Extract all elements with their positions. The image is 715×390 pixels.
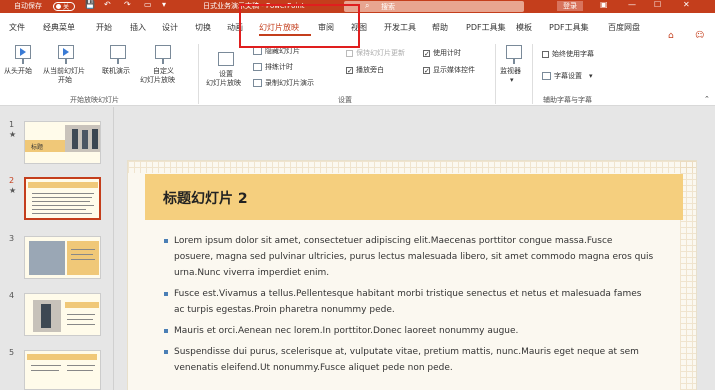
- custom-show-label-2: 幻灯片放映: [140, 76, 175, 84]
- slide-thumbnail-2[interactable]: [24, 177, 101, 220]
- from-start-button[interactable]: 从头开始: [4, 67, 32, 76]
- tab-classic-menu[interactable]: 经典菜单: [43, 22, 75, 33]
- monitor-button[interactable]: 监视器: [500, 67, 521, 76]
- tab-pdf-tools[interactable]: PDF工具集: [466, 22, 506, 33]
- keep-updated-checkbox[interactable]: [346, 50, 353, 57]
- slide-thumbnail-5[interactable]: [24, 350, 101, 390]
- ribbon-display-icon[interactable]: ▣: [600, 0, 608, 9]
- chevron-down-icon[interactable]: ▾: [510, 76, 514, 85]
- slide-number: 4: [9, 291, 15, 300]
- group-label-captions: 辅助字幕与字幕: [543, 96, 592, 104]
- save-icon[interactable]: 💾: [85, 0, 95, 9]
- search-box[interactable]: ⌕ 搜索: [344, 1, 524, 12]
- bullet-item: Fusce est.Vivamus a tellus.Pellentesque …: [164, 286, 654, 318]
- autosave-state: 关: [63, 4, 70, 11]
- bullet-list[interactable]: Lorem ipsum dolor sit amet, consectetuer…: [164, 233, 654, 381]
- tab-insert[interactable]: 插入: [130, 22, 146, 33]
- present-online-icon: [110, 45, 126, 64]
- slide-number: 3: [9, 234, 15, 243]
- slide-thumbnail-1[interactable]: 标题: [24, 121, 101, 164]
- autosave-label: 自动保存: [14, 2, 42, 10]
- tab-transitions[interactable]: 切换: [195, 22, 211, 33]
- tab-file[interactable]: 文件: [9, 22, 25, 33]
- keep-updated-label: 保持幻灯片更新: [356, 49, 405, 57]
- group-label-setup: 设置: [338, 96, 352, 104]
- play-narrations-checkbox[interactable]: ✓: [346, 67, 353, 75]
- present-online-button[interactable]: 联机演示: [102, 67, 130, 76]
- use-timings-label: 使用计时: [433, 49, 461, 57]
- chevron-down-icon[interactable]: ▾: [589, 72, 593, 81]
- close-icon[interactable]: ✕: [683, 0, 690, 9]
- slide-number: 5: [9, 348, 15, 357]
- tab-pdf-tools-2[interactable]: PDF工具集: [549, 22, 589, 33]
- setup-show-label-2: 幻灯片放映: [206, 79, 241, 87]
- tab-design[interactable]: 设计: [162, 22, 178, 33]
- tab-help[interactable]: 帮助: [432, 22, 448, 33]
- rehearse-icon: [253, 63, 262, 71]
- setup-show-icon: [218, 52, 234, 66]
- always-subtitles-label: 始终使用字幕: [552, 50, 594, 58]
- from-current-icon: [58, 45, 74, 64]
- custom-show-icon: [155, 45, 171, 64]
- tab-templates[interactable]: 模板: [516, 22, 532, 33]
- hide-slide-button[interactable]: 隐藏幻灯片: [265, 47, 300, 56]
- group-label-start: 开始放映幻灯片: [70, 96, 119, 104]
- search-icon: ⌕: [365, 1, 370, 10]
- record-icon: [253, 79, 262, 87]
- toggle-knob: [56, 4, 61, 9]
- bullet-item: Mauris et orci.Aenean nec lorem.In portt…: [164, 323, 654, 339]
- title-band: 标题幻灯片 2: [145, 174, 683, 220]
- subtitle-settings-button[interactable]: 字幕设置: [554, 72, 582, 81]
- from-current-button[interactable]: 从当前幻灯片: [43, 67, 85, 76]
- bullet-item: Suspendisse dui purus, scelerisque at, v…: [164, 344, 654, 376]
- slide-title[interactable]: 标题幻灯片 2: [163, 188, 248, 208]
- transition-star-icon: ★: [9, 130, 17, 139]
- from-current-label-2: 开始: [58, 76, 72, 84]
- current-slide[interactable]: 标题幻灯片 2 Lorem ipsum dolor sit amet, cons…: [127, 160, 697, 390]
- maximize-icon[interactable]: ☐: [654, 0, 661, 9]
- bullet-item: Lorem ipsum dolor sit amet, consectetuer…: [164, 233, 654, 281]
- group-separator: [495, 44, 496, 104]
- from-start-icon: [15, 45, 31, 64]
- autosave-toggle[interactable]: 关: [53, 2, 75, 11]
- slide-number: 2: [9, 176, 15, 185]
- slide-thumbnail-4[interactable]: [24, 293, 101, 336]
- subtitle-settings-icon: [542, 72, 551, 80]
- transition-star-icon: ★: [9, 186, 17, 195]
- start-show-icon[interactable]: ▭: [144, 0, 152, 9]
- ribbon-panel: 从头开始 从当前幻灯片 开始 联机演示 自定义 幻灯片放映 开始放映幻灯片 设置…: [0, 38, 715, 106]
- tab-baidu-netdisk[interactable]: 百度网盘: [608, 22, 640, 33]
- use-timings-checkbox[interactable]: ✓: [423, 50, 430, 58]
- group-separator: [532, 44, 533, 104]
- thumb-title: 标题: [31, 144, 44, 151]
- minimize-icon[interactable]: —: [628, 0, 636, 9]
- tab-developer[interactable]: 开发工具: [384, 22, 416, 33]
- slide-thumbnail-3[interactable]: [24, 236, 101, 279]
- monitor-icon: [506, 45, 522, 64]
- setup-show-button[interactable]: 设置: [219, 70, 233, 79]
- custom-show-button[interactable]: 自定义: [153, 67, 174, 76]
- media-controls-label: 显示媒体控件: [433, 66, 475, 74]
- hide-slide-icon: [253, 47, 262, 55]
- undo-icon[interactable]: ↶: [104, 0, 111, 9]
- tab-home[interactable]: 开始: [96, 22, 112, 33]
- customize-icon[interactable]: ▾: [162, 0, 166, 9]
- always-subtitles-checkbox[interactable]: [542, 51, 549, 58]
- highlight-annotation: [239, 4, 360, 48]
- slide-number: 1: [9, 120, 15, 129]
- grid-pattern: [128, 161, 696, 173]
- record-show-button[interactable]: 录制幻灯片演示: [265, 79, 314, 88]
- media-controls-checkbox[interactable]: ✓: [423, 67, 430, 75]
- search-placeholder: 搜索: [381, 3, 395, 11]
- play-narrations-label: 播放旁白: [356, 66, 384, 74]
- collapse-ribbon-icon[interactable]: ⌃: [704, 95, 710, 104]
- rehearse-timings-button[interactable]: 排练计时: [265, 63, 293, 72]
- group-separator: [198, 44, 199, 104]
- login-button[interactable]: 登录: [557, 1, 583, 11]
- redo-icon[interactable]: ↷: [124, 0, 131, 9]
